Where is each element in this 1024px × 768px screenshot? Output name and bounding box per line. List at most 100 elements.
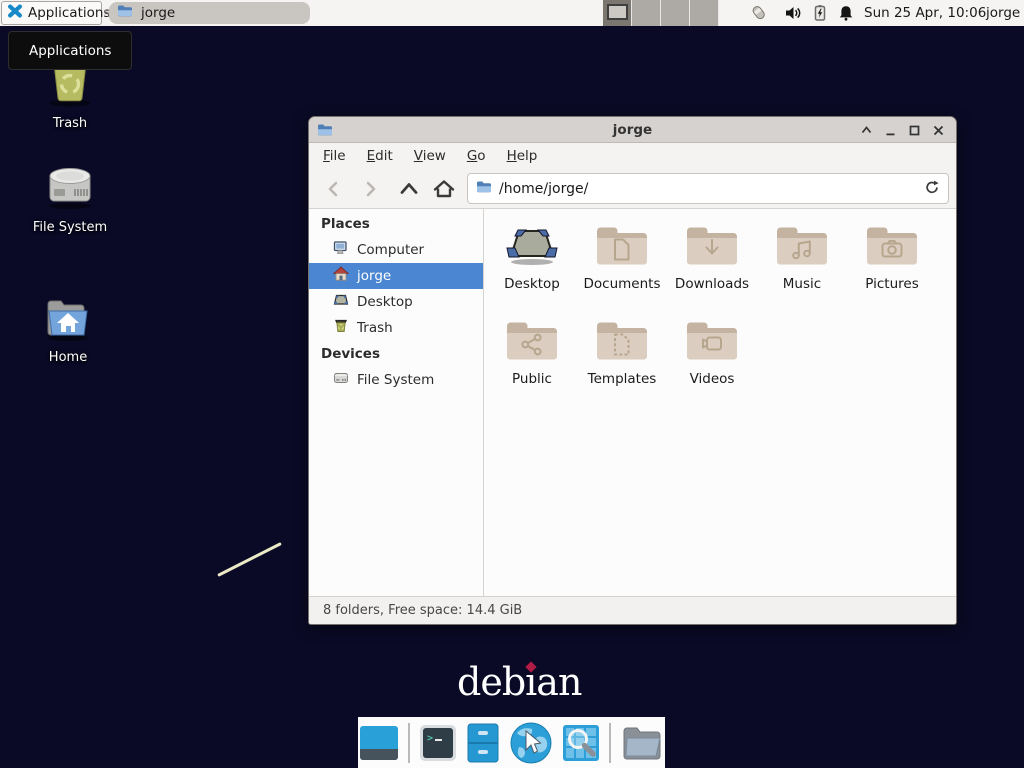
- file-item-label: Public: [512, 371, 552, 387]
- window-body: Places Computer: [309, 209, 956, 598]
- sidebar-item-computer[interactable]: Computer: [309, 237, 483, 263]
- desktop-icon-label: Trash: [53, 116, 87, 131]
- applications-tooltip: Applications: [8, 31, 132, 70]
- menu-edit[interactable]: Edit: [367, 148, 393, 164]
- dock-separator: [408, 723, 410, 763]
- mouse-icon[interactable]: [750, 4, 768, 22]
- menu-bar: File Edit View Go Help: [309, 143, 956, 169]
- panel-username[interactable]: jorge: [986, 5, 1020, 21]
- home-folder-icon: [41, 294, 95, 346]
- music-folder-icon: [775, 223, 829, 271]
- menu-file[interactable]: File: [323, 148, 346, 164]
- public-folder-icon: [505, 318, 559, 366]
- location-input[interactable]: /home/jorge/: [499, 181, 917, 197]
- file-item-documents[interactable]: Documents: [577, 217, 667, 292]
- debian-wordmark: debıan: [457, 660, 581, 704]
- panel-clock[interactable]: Sun 25 Apr, 10:06: [864, 5, 986, 21]
- menu-go[interactable]: Go: [467, 148, 486, 164]
- show-desktop-icon[interactable]: [359, 723, 399, 763]
- file-item-downloads[interactable]: Downloads: [667, 217, 757, 292]
- sidebar-item-label: Desktop: [357, 294, 413, 310]
- file-item-music[interactable]: Music: [757, 217, 847, 292]
- tooltip-text: Applications: [29, 43, 111, 59]
- workspace-1[interactable]: [603, 0, 632, 26]
- desktop-icon-label: Home: [49, 350, 87, 365]
- workspace-4[interactable]: [690, 0, 719, 26]
- desktop-place-icon: [333, 292, 349, 312]
- folder-icon: [117, 3, 133, 23]
- applications-menu-button[interactable]: Applications: [1, 1, 102, 25]
- sidebar-item-label: jorge: [357, 268, 391, 284]
- file-manager-window: jorge File Edit View Go Help: [308, 116, 957, 625]
- taskbar-window-button[interactable]: jorge: [109, 2, 310, 24]
- volume-icon[interactable]: [784, 4, 802, 22]
- location-bar[interactable]: /home/jorge/: [467, 173, 949, 204]
- workspace-3[interactable]: [661, 0, 690, 26]
- sidebar-item-desktop[interactable]: Desktop: [309, 289, 483, 315]
- back-button[interactable]: [321, 178, 345, 200]
- menu-view[interactable]: View: [414, 148, 446, 164]
- videos-folder-icon: [685, 318, 739, 366]
- toolbar: /home/jorge/: [309, 169, 956, 209]
- workspace-switcher: [603, 0, 719, 26]
- reload-icon[interactable]: [924, 179, 940, 199]
- shade-button[interactable]: [859, 123, 874, 138]
- file-folder-icon[interactable]: [620, 723, 664, 763]
- desktop: debıan Trash: [0, 0, 1024, 768]
- file-item-label: Music: [783, 276, 821, 292]
- application-finder-icon[interactable]: [562, 724, 600, 762]
- taskbar-window-label: jorge: [141, 5, 175, 21]
- downloads-folder-icon: [685, 223, 739, 271]
- menu-help[interactable]: Help: [507, 148, 538, 164]
- file-item-label: Templates: [588, 371, 657, 387]
- bottom-dock: >: [358, 717, 665, 768]
- sidebar-header-devices: Devices: [309, 341, 483, 367]
- sidebar-item-label: Computer: [357, 242, 424, 258]
- svg-text:>: >: [427, 733, 433, 744]
- file-item-label: Desktop: [504, 276, 560, 292]
- forward-button[interactable]: [359, 178, 383, 200]
- home-icon: [333, 266, 349, 286]
- dock-separator: [609, 723, 611, 763]
- wordmark-pre: deb: [457, 660, 525, 704]
- file-item-desktop[interactable]: Desktop: [487, 217, 577, 292]
- applications-menu-label: Applications: [28, 5, 110, 21]
- hard-drive-icon: [333, 370, 349, 390]
- pictures-folder-icon: [865, 223, 919, 271]
- hard-drive-icon: [42, 158, 98, 216]
- documents-folder-icon: [595, 223, 649, 271]
- wordmark-stem: ı: [525, 660, 536, 704]
- file-manager-icon[interactable]: [466, 723, 500, 763]
- sidebar-item-label: Trash: [357, 320, 393, 336]
- status-bar: 8 folders, Free space: 14.4 GiB: [309, 596, 956, 624]
- notifications-icon[interactable]: [837, 4, 855, 22]
- file-item-videos[interactable]: Videos: [667, 312, 757, 387]
- file-item-templates[interactable]: Templates: [577, 312, 667, 387]
- top-panel: Applications ≡ jorge: [0, 0, 1024, 26]
- sidebar-item-label: File System: [357, 372, 434, 388]
- sidebar: Places Computer: [309, 209, 484, 598]
- desktop-icon-file-system[interactable]: File System: [22, 158, 118, 235]
- wordmark-post: an: [536, 660, 581, 704]
- maximize-button[interactable]: [907, 123, 922, 138]
- desktop-icon-home[interactable]: Home: [20, 294, 116, 365]
- cursor-trail-line: [217, 542, 282, 577]
- workspace-2[interactable]: [632, 0, 661, 26]
- file-view: Desktop Documents: [485, 209, 956, 598]
- desktop-folder-icon: [505, 223, 559, 271]
- terminal-icon[interactable]: >: [419, 724, 457, 762]
- home-button[interactable]: [432, 178, 456, 200]
- minimize-button[interactable]: [883, 123, 898, 138]
- up-button[interactable]: [397, 178, 421, 200]
- file-item-public[interactable]: Public: [487, 312, 577, 387]
- web-browser-icon[interactable]: [509, 721, 553, 765]
- battery-icon[interactable]: [811, 4, 829, 22]
- sidebar-item-trash[interactable]: Trash: [309, 315, 483, 341]
- sidebar-item-jorge[interactable]: jorge: [309, 263, 483, 289]
- file-item-label: Downloads: [675, 276, 749, 292]
- trash-icon: [333, 318, 349, 338]
- window-titlebar[interactable]: jorge: [309, 117, 956, 143]
- close-button[interactable]: [931, 123, 946, 138]
- sidebar-item-file-system[interactable]: File System: [309, 367, 483, 393]
- file-item-pictures[interactable]: Pictures: [847, 217, 937, 292]
